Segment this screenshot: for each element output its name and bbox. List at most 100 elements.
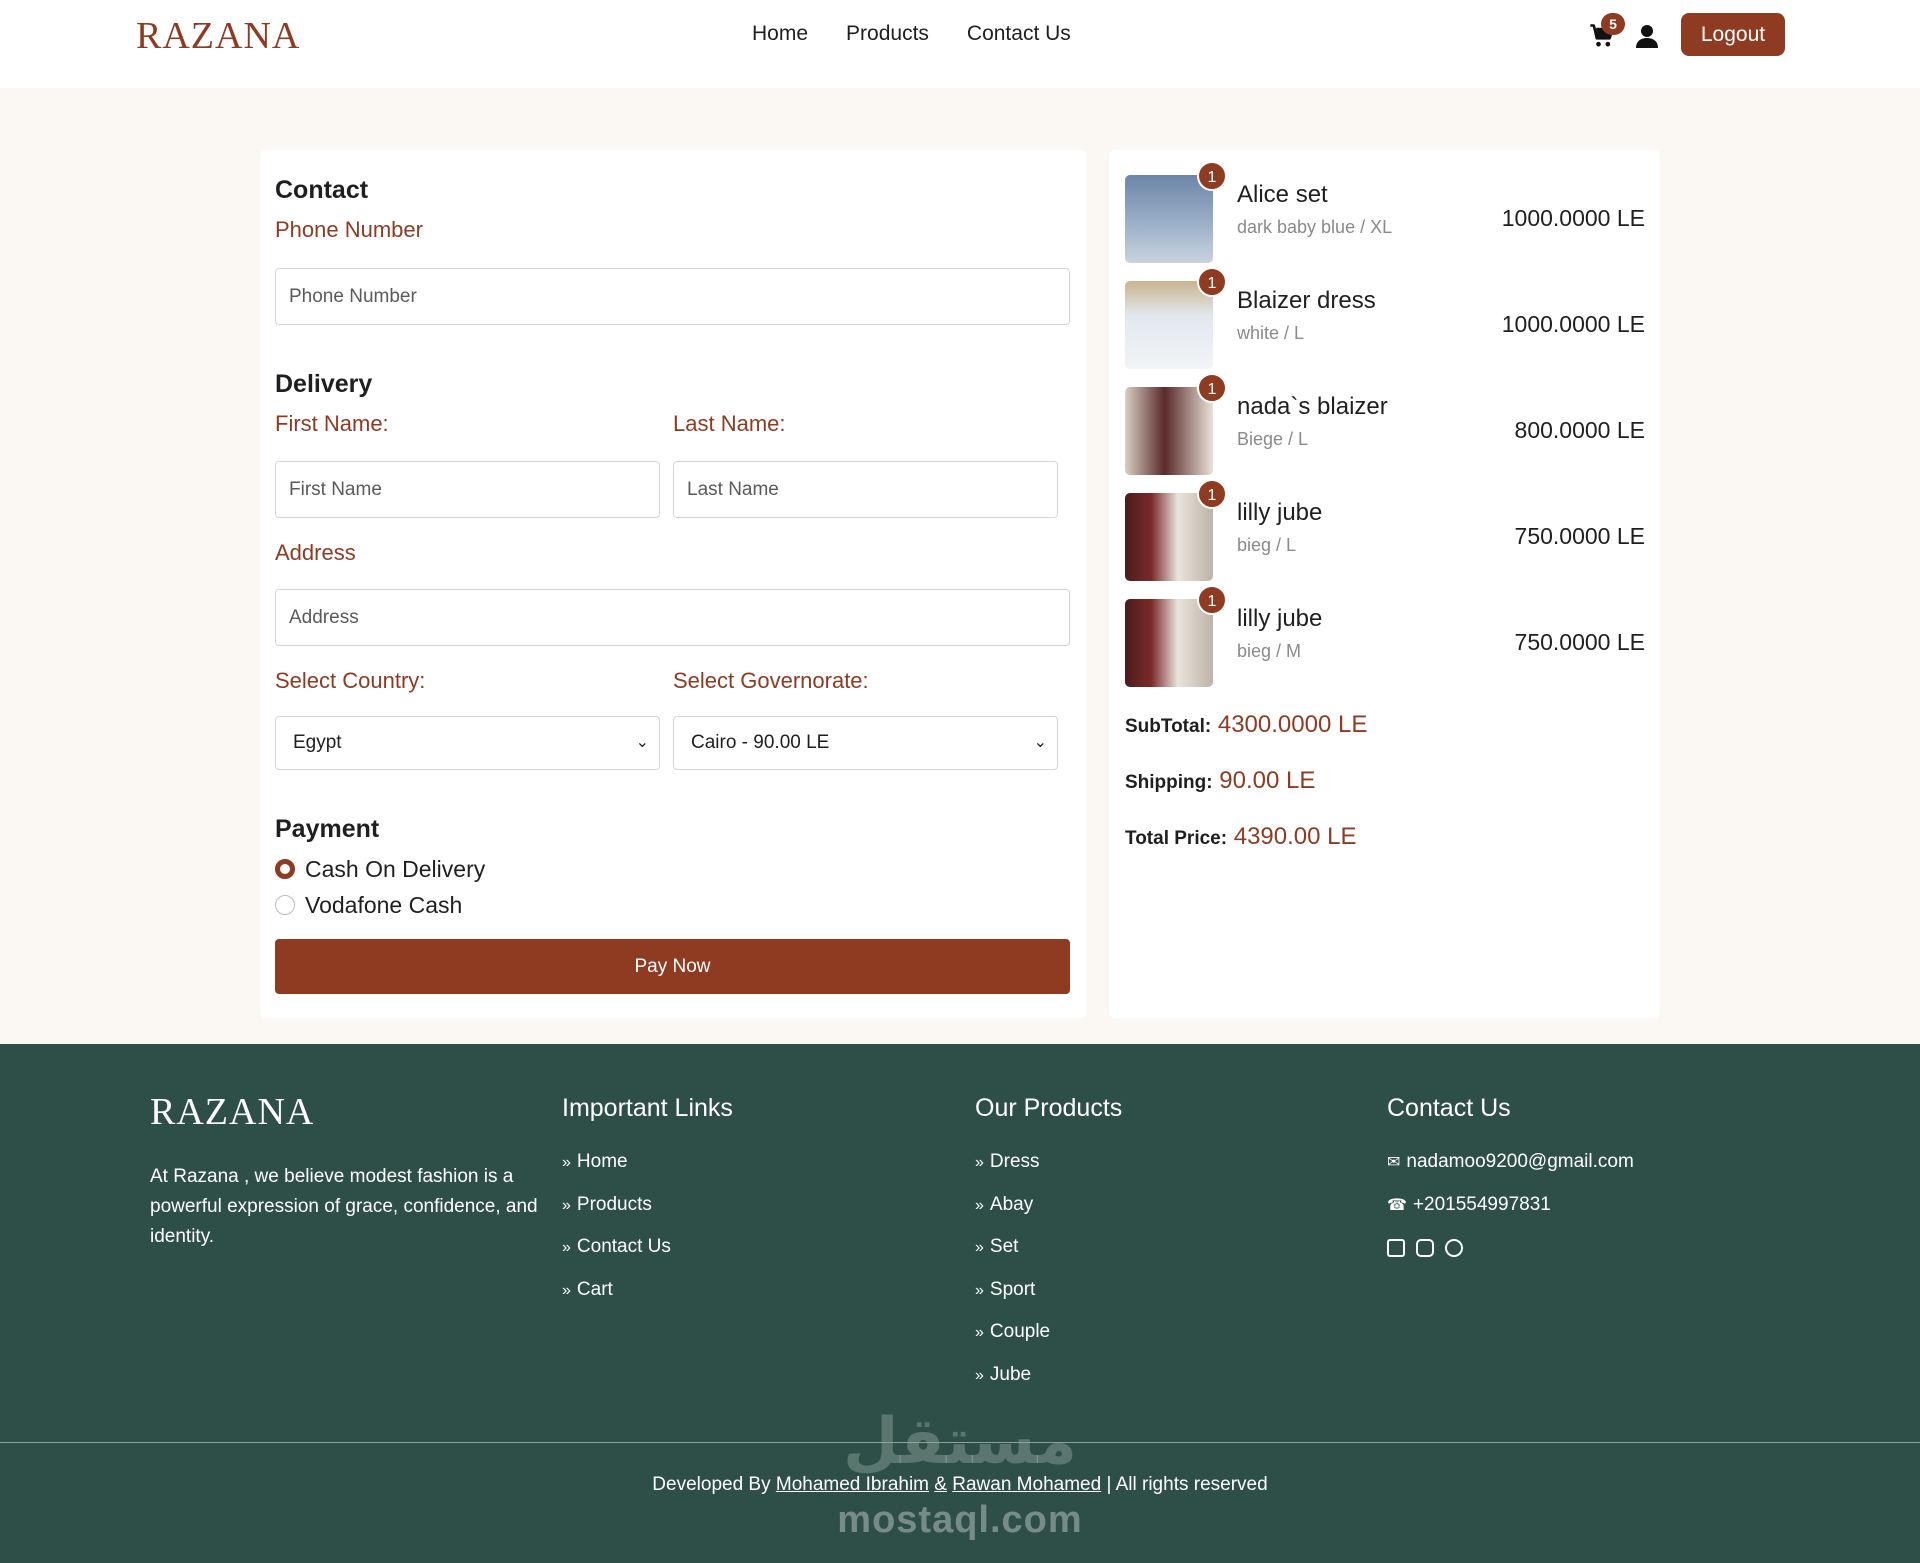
double-chevron-right-icon: » bbox=[562, 1154, 571, 1171]
site-footer: RAZANA At Razana , we believe modest fas… bbox=[0, 1044, 1920, 1563]
main-nav: Home Products Contact Us bbox=[752, 22, 1071, 46]
order-item: 1 Blaizer dress white / L 1000.0000 LE bbox=[1125, 267, 1645, 371]
subtotal-value: 4300.0000 LE bbox=[1217, 711, 1368, 738]
item-name: Blaizer dress bbox=[1237, 287, 1376, 314]
nav-contact-link[interactable]: Contact Us bbox=[967, 22, 1071, 46]
payment-radio-vodafone[interactable] bbox=[275, 895, 295, 915]
product-thumbnail[interactable] bbox=[1125, 493, 1213, 581]
governorate-select[interactable]: Cairo - 90.00 LE ⌄ bbox=[673, 716, 1058, 770]
double-chevron-right-icon: » bbox=[562, 1282, 571, 1299]
nav-products-link[interactable]: Products bbox=[846, 22, 929, 46]
double-chevron-right-icon: » bbox=[562, 1197, 571, 1214]
instagram-icon[interactable] bbox=[1416, 1239, 1434, 1257]
item-price: 750.0000 LE bbox=[1514, 629, 1645, 655]
shipping-label: Shipping: bbox=[1125, 772, 1213, 793]
item-price: 750.0000 LE bbox=[1514, 523, 1645, 549]
footer-phone-text: +201554997831 bbox=[1412, 1194, 1551, 1215]
quantity-badge: 1 bbox=[1197, 585, 1227, 615]
footer-link-contact[interactable]: » Contact Us bbox=[562, 1236, 671, 1258]
item-name: nada`s blaizer bbox=[1237, 393, 1388, 420]
chevron-down-icon: ⌄ bbox=[1033, 734, 1047, 751]
address-label: Address bbox=[275, 540, 356, 565]
nav-home-link[interactable]: Home bbox=[752, 22, 808, 46]
footer-product-label: Sport bbox=[989, 1279, 1036, 1300]
credit-suffix: | All rights reserved bbox=[1106, 1474, 1268, 1495]
double-chevron-right-icon: » bbox=[562, 1239, 571, 1256]
whatsapp-icon[interactable] bbox=[1445, 1239, 1463, 1257]
country-select[interactable]: Egypt ⌄ bbox=[275, 716, 660, 770]
footer-logo[interactable]: RAZANA bbox=[150, 1090, 314, 1134]
footer-divider bbox=[0, 1442, 1920, 1443]
country-label: Select Country: bbox=[275, 668, 426, 693]
last-name-input[interactable] bbox=[673, 461, 1058, 518]
double-chevron-right-icon: » bbox=[975, 1197, 984, 1214]
item-name: Alice set bbox=[1237, 181, 1328, 208]
site-logo[interactable]: RAZANA bbox=[136, 14, 300, 58]
item-price: 1000.0000 LE bbox=[1501, 205, 1645, 231]
pay-now-button[interactable]: Pay Now bbox=[275, 939, 1070, 994]
phone-input[interactable] bbox=[275, 268, 1070, 325]
phone-label: Phone Number bbox=[275, 217, 423, 242]
developer-link-2[interactable]: Rawan Mohamed bbox=[952, 1474, 1101, 1495]
order-item: 1 nada`s blaizer Biege / L 800.0000 LE bbox=[1125, 373, 1645, 477]
footer-about-text: At Razana , we believe modest fashion is… bbox=[150, 1166, 538, 1247]
governorate-label: Select Governorate: bbox=[673, 668, 869, 693]
total-label: Total Price: bbox=[1125, 828, 1228, 849]
cart-count-badge: 5 bbox=[1601, 13, 1625, 35]
order-item: 1 Alice set dark baby blue / XL 1000.000… bbox=[1125, 161, 1645, 265]
total-value: 4390.00 LE bbox=[1233, 823, 1357, 850]
footer-product-couple[interactable]: » Couple bbox=[975, 1321, 1050, 1343]
footer-product-label: Abay bbox=[989, 1194, 1034, 1215]
subtotal-label: SubTotal: bbox=[1125, 716, 1212, 737]
shipping-row: Shipping: 90.00 LE bbox=[1125, 767, 1315, 795]
item-price: 800.0000 LE bbox=[1514, 417, 1645, 443]
total-row: Total Price: 4390.00 LE bbox=[1125, 823, 1357, 851]
site-header: RAZANA Home Products Contact Us 5 Logout bbox=[0, 0, 1920, 88]
footer-product-label: Couple bbox=[989, 1321, 1051, 1342]
double-chevron-right-icon: » bbox=[975, 1282, 984, 1299]
payment-radio-cash[interactable] bbox=[275, 859, 295, 879]
footer-product-dress[interactable]: » Dress bbox=[975, 1151, 1040, 1173]
footer-product-set[interactable]: » Set bbox=[975, 1236, 1018, 1258]
product-thumbnail[interactable] bbox=[1125, 175, 1213, 263]
item-variant: bieg / M bbox=[1237, 641, 1302, 661]
payment-option-cash-label[interactable]: Cash On Delivery bbox=[305, 856, 485, 883]
footer-credit: Developed By Mohamed Ibrahim & Rawan Moh… bbox=[0, 1474, 1920, 1496]
governorate-select-value: Cairo - 90.00 LE bbox=[691, 732, 830, 753]
footer-product-sport[interactable]: » Sport bbox=[975, 1279, 1035, 1301]
watermark-latin: mostaql.com bbox=[837, 1499, 1083, 1541]
footer-link-label: Products bbox=[576, 1194, 652, 1215]
footer-link-products[interactable]: » Products bbox=[562, 1194, 652, 1216]
item-variant: bieg / L bbox=[1237, 535, 1297, 555]
quantity-badge: 1 bbox=[1197, 267, 1227, 297]
item-name: lilly jube bbox=[1237, 499, 1323, 526]
quantity-badge: 1 bbox=[1197, 161, 1227, 191]
double-chevron-right-icon: » bbox=[975, 1154, 984, 1171]
facebook-icon[interactable] bbox=[1387, 1239, 1405, 1257]
payment-heading: Payment bbox=[275, 815, 380, 843]
footer-link-cart[interactable]: » Cart bbox=[562, 1279, 613, 1301]
payment-option-vodafone-label[interactable]: Vodafone Cash bbox=[305, 892, 462, 919]
item-name: lilly jube bbox=[1237, 605, 1323, 632]
developer-link-1[interactable]: Mohamed Ibrahim bbox=[776, 1474, 929, 1495]
product-thumbnail[interactable] bbox=[1125, 387, 1213, 475]
footer-product-jube[interactable]: » Jube bbox=[975, 1364, 1031, 1386]
footer-product-abay[interactable]: » Abay bbox=[975, 1194, 1033, 1216]
item-variant: white / L bbox=[1237, 323, 1305, 343]
footer-products-heading: Our Products bbox=[975, 1094, 1123, 1122]
footer-link-home[interactable]: » Home bbox=[562, 1151, 628, 1173]
shipping-value: 90.00 LE bbox=[1219, 767, 1316, 794]
footer-product-label: Set bbox=[989, 1236, 1019, 1257]
contact-heading: Contact bbox=[275, 176, 369, 204]
first-name-input[interactable] bbox=[275, 461, 660, 518]
item-variant: dark baby blue / XL bbox=[1237, 217, 1393, 237]
address-input[interactable] bbox=[275, 589, 1070, 646]
country-select-value: Egypt bbox=[293, 732, 342, 753]
footer-phone[interactable]: ☎ +201554997831 bbox=[1387, 1194, 1551, 1216]
footer-email[interactable]: ✉ nadamoo9200@gmail.com bbox=[1387, 1151, 1634, 1173]
logout-button[interactable]: Logout bbox=[1681, 13, 1785, 56]
product-thumbnail[interactable] bbox=[1125, 281, 1213, 369]
user-icon[interactable] bbox=[1636, 24, 1658, 48]
product-thumbnail[interactable] bbox=[1125, 599, 1213, 687]
footer-product-label: Dress bbox=[989, 1151, 1040, 1172]
